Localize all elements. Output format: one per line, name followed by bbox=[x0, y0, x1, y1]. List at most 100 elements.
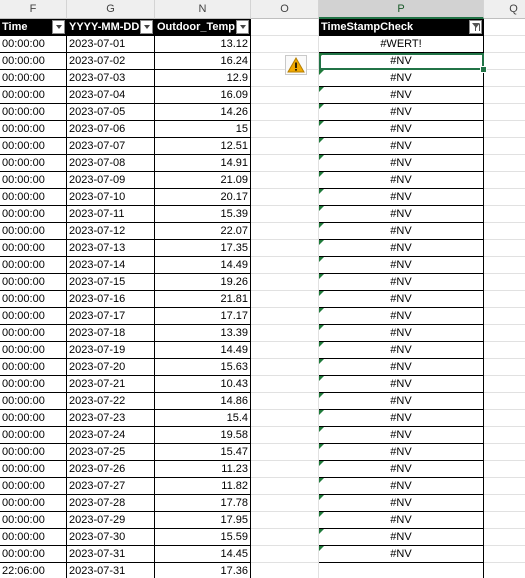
empty-cell[interactable] bbox=[484, 240, 525, 257]
cell-time[interactable]: 00:00:00 bbox=[0, 223, 67, 240]
cell-check[interactable]: #NV bbox=[319, 223, 484, 240]
cell-date[interactable]: 2023-07-05 bbox=[67, 104, 155, 121]
cell-time[interactable]: 00:00:00 bbox=[0, 427, 67, 444]
cell-temp[interactable]: 10.43 bbox=[155, 376, 251, 393]
column-header-g[interactable]: G bbox=[67, 0, 155, 19]
cell-time[interactable]: 00:00:00 bbox=[0, 325, 67, 342]
dropdown-arrow-icon[interactable] bbox=[140, 20, 153, 34]
empty-cell[interactable] bbox=[251, 189, 319, 206]
cell-date[interactable]: 2023-07-16 bbox=[67, 291, 155, 308]
cell-date[interactable]: 2023-07-06 bbox=[67, 121, 155, 138]
cell-check[interactable]: #NV bbox=[319, 240, 484, 257]
cell-time[interactable]: 00:00:00 bbox=[0, 359, 67, 376]
cell-date[interactable]: 2023-07-09 bbox=[67, 172, 155, 189]
cell-time[interactable]: 00:00:00 bbox=[0, 495, 67, 512]
empty-cell[interactable] bbox=[484, 495, 525, 512]
empty-cell[interactable] bbox=[484, 206, 525, 223]
cell-date[interactable]: 2023-07-24 bbox=[67, 427, 155, 444]
cell-check[interactable]: #NV bbox=[319, 206, 484, 223]
cell-date[interactable]: 2023-07-18 bbox=[67, 325, 155, 342]
empty-cell[interactable] bbox=[251, 172, 319, 189]
cell-time[interactable]: 00:00:00 bbox=[0, 512, 67, 529]
cell-time[interactable]: 00:00:00 bbox=[0, 240, 67, 257]
cell-check[interactable] bbox=[319, 563, 484, 578]
cell-temp[interactable]: 14.45 bbox=[155, 546, 251, 563]
cell-check[interactable]: #NV bbox=[319, 376, 484, 393]
cell-time[interactable]: 00:00:00 bbox=[0, 461, 67, 478]
cell-check[interactable]: #NV bbox=[319, 359, 484, 376]
empty-cell[interactable] bbox=[251, 529, 319, 546]
cell-temp[interactable]: 13.12 bbox=[155, 36, 251, 53]
empty-cell[interactable] bbox=[251, 206, 319, 223]
cell-date[interactable]: 2023-07-22 bbox=[67, 393, 155, 410]
dropdown-arrow-icon[interactable] bbox=[236, 20, 249, 34]
cell-date[interactable]: 2023-07-21 bbox=[67, 376, 155, 393]
empty-cell[interactable] bbox=[251, 155, 319, 172]
empty-cell[interactable] bbox=[251, 427, 319, 444]
column-header-o[interactable]: O bbox=[251, 0, 319, 19]
cell-check[interactable]: #NV bbox=[319, 274, 484, 291]
cell-temp[interactable]: 15.39 bbox=[155, 206, 251, 223]
cell-check[interactable]: #NV bbox=[319, 410, 484, 427]
cell-time[interactable]: 00:00:00 bbox=[0, 444, 67, 461]
cell-temp[interactable]: 20.17 bbox=[155, 189, 251, 206]
cell-check[interactable]: #NV bbox=[319, 155, 484, 172]
empty-cell[interactable] bbox=[251, 512, 319, 529]
empty-cell[interactable] bbox=[484, 223, 525, 240]
empty-cell[interactable] bbox=[251, 410, 319, 427]
empty-cell[interactable] bbox=[251, 274, 319, 291]
cell-check[interactable]: #WERT! bbox=[319, 36, 484, 53]
empty-cell[interactable] bbox=[484, 461, 525, 478]
cell-check[interactable]: #NV bbox=[319, 104, 484, 121]
cell-temp[interactable]: 13.39 bbox=[155, 325, 251, 342]
cell-temp[interactable]: 14.49 bbox=[155, 257, 251, 274]
empty-cell[interactable] bbox=[251, 376, 319, 393]
cell-temp[interactable]: 15 bbox=[155, 121, 251, 138]
cell-date[interactable]: 2023-07-11 bbox=[67, 206, 155, 223]
empty-cell[interactable] bbox=[251, 240, 319, 257]
empty-cell[interactable] bbox=[484, 563, 525, 578]
empty-cell[interactable] bbox=[251, 223, 319, 240]
cell-temp[interactable]: 11.82 bbox=[155, 478, 251, 495]
cell-time[interactable]: 00:00:00 bbox=[0, 53, 67, 70]
cell-time[interactable]: 00:00:00 bbox=[0, 342, 67, 359]
cell-date[interactable]: 2023-07-13 bbox=[67, 240, 155, 257]
cell-date[interactable]: 2023-07-12 bbox=[67, 223, 155, 240]
empty-cell[interactable] bbox=[484, 342, 525, 359]
cell-temp[interactable]: 15.47 bbox=[155, 444, 251, 461]
cell-date[interactable]: 2023-07-07 bbox=[67, 138, 155, 155]
cell-check[interactable]: #NV bbox=[319, 291, 484, 308]
dropdown-arrow-icon[interactable] bbox=[52, 20, 65, 34]
cell-date[interactable]: 2023-07-20 bbox=[67, 359, 155, 376]
empty-cell[interactable] bbox=[484, 308, 525, 325]
empty-cell[interactable] bbox=[484, 529, 525, 546]
cell-temp[interactable]: 14.86 bbox=[155, 393, 251, 410]
cell-time[interactable]: 00:00:00 bbox=[0, 478, 67, 495]
cell-date[interactable]: 2023-07-01 bbox=[67, 36, 155, 53]
cell-time[interactable]: 00:00:00 bbox=[0, 376, 67, 393]
cell-check[interactable]: #NV bbox=[319, 172, 484, 189]
cell-check[interactable]: #NV bbox=[319, 495, 484, 512]
cell-check[interactable]: #NV bbox=[319, 138, 484, 155]
empty-cell[interactable] bbox=[484, 189, 525, 206]
cell-temp[interactable]: 17.17 bbox=[155, 308, 251, 325]
cell-check[interactable]: #NV bbox=[319, 461, 484, 478]
column-header-q[interactable]: Q bbox=[484, 0, 525, 19]
cell-check[interactable]: #NV bbox=[319, 478, 484, 495]
empty-cell[interactable] bbox=[484, 104, 525, 121]
cell-time[interactable]: 00:00:00 bbox=[0, 291, 67, 308]
cell-time[interactable]: 00:00:00 bbox=[0, 104, 67, 121]
cell-date[interactable]: 2023-07-29 bbox=[67, 512, 155, 529]
cell-date[interactable]: 2023-07-31 bbox=[67, 546, 155, 563]
empty-cell[interactable] bbox=[251, 291, 319, 308]
cell-date[interactable]: 2023-07-19 bbox=[67, 342, 155, 359]
empty-cell[interactable] bbox=[484, 512, 525, 529]
cell-time[interactable]: 00:00:00 bbox=[0, 206, 67, 223]
cell-temp[interactable]: 16.24 bbox=[155, 53, 251, 70]
column-header-f[interactable]: F bbox=[0, 0, 67, 19]
cell-date[interactable]: 2023-07-25 bbox=[67, 444, 155, 461]
cell-temp[interactable]: 12.51 bbox=[155, 138, 251, 155]
empty-cell[interactable] bbox=[251, 495, 319, 512]
cell-date[interactable]: 2023-07-27 bbox=[67, 478, 155, 495]
empty-cell[interactable] bbox=[484, 70, 525, 87]
